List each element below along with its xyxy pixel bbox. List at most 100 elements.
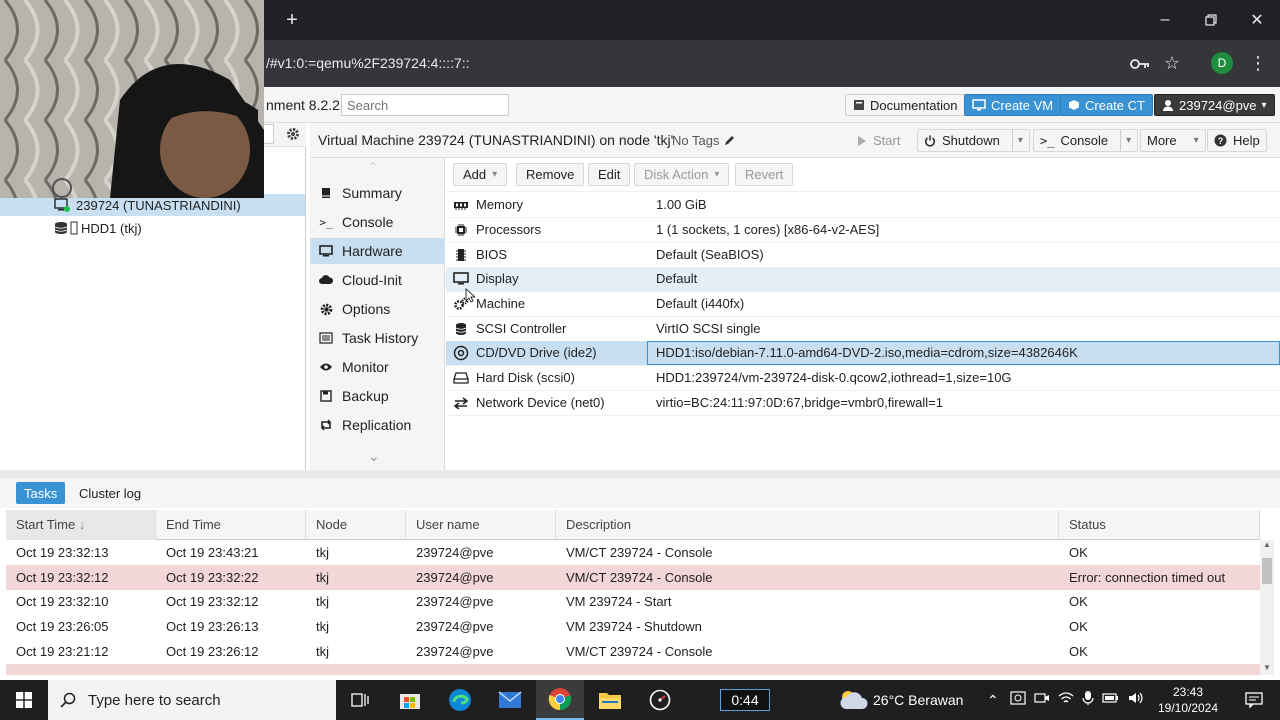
weather-text[interactable]: 26°C Berawan <box>873 680 963 720</box>
edge-browser-icon[interactable] <box>436 680 484 720</box>
search-input[interactable] <box>341 94 509 116</box>
microphone-icon[interactable] <box>1082 690 1094 706</box>
nav-options[interactable]: Options <box>310 296 445 322</box>
nav-replication[interactable]: Replication <box>310 412 445 438</box>
hardware-row-machine[interactable]: Machine Default (i440fx) <box>446 292 1280 317</box>
hardware-row-hard-disk[interactable]: Hard Disk (scsi0) HDD1:239724/vm-239724-… <box>446 366 1280 391</box>
hardware-row-bios[interactable]: BIOS Default (SeaBIOS) <box>446 243 1280 268</box>
nav-task-history[interactable]: Task History <box>310 325 445 351</box>
column-header-end-time[interactable]: End Time <box>156 510 306 540</box>
hardware-row-memory[interactable]: Memory 1.00 GiB <box>446 193 1280 218</box>
create-vm-button[interactable]: Create VM <box>964 94 1062 116</box>
hardware-row-cd-dvd[interactable]: CD/DVD Drive (ide2) HDD1:iso/debian-7.11… <box>446 340 1280 366</box>
timer-badge[interactable]: 0:44 <box>720 689 770 711</box>
wifi-icon[interactable] <box>1058 690 1074 706</box>
scroll-down-icon[interactable]: ▼ <box>1260 663 1274 675</box>
table-row[interactable]: Oct 19 23:32:10 Oct 19 23:32:12 tkj 2397… <box>6 589 1260 614</box>
nav-console[interactable]: >_ Console <box>310 209 445 235</box>
speedometer-app-icon[interactable] <box>636 680 684 720</box>
nav-backup[interactable]: Backup <box>310 383 445 409</box>
chevron-down-icon[interactable]: ▾ <box>1011 130 1023 151</box>
more-button[interactable]: More ▾ <box>1140 129 1206 152</box>
url-text[interactable]: /#v1:0:=qemu%2F239724:4::::7:: <box>266 40 470 87</box>
file-explorer-icon[interactable] <box>586 680 634 720</box>
remove-button[interactable]: Remove <box>516 163 585 186</box>
tasks-scrollbar[interactable]: ▲ ▼ <box>1260 540 1274 675</box>
documentation-button[interactable]: Documentation <box>845 94 966 116</box>
sort-down-icon: ↓ <box>78 517 86 532</box>
mail-icon[interactable] <box>486 680 534 720</box>
hardware-value: HDD1:iso/debian-7.11.0-amd64-DVD-2.iso,m… <box>647 340 1280 365</box>
hardware-row-network[interactable]: Network Device (net0) virtio=BC:24:11:97… <box>446 391 1280 416</box>
console-button[interactable]: >_ Console ▾ <box>1033 129 1139 152</box>
chip-icon <box>446 248 476 262</box>
table-row[interactable]: Oct 19 23:32:13 Oct 19 23:43:21 tkj 2397… <box>6 540 1260 565</box>
restore-icon[interactable] <box>1188 0 1234 40</box>
database-icon <box>54 221 68 235</box>
nav-hardware[interactable]: Hardware <box>310 238 445 264</box>
windows-start-icon[interactable] <box>0 680 48 720</box>
hardware-row-display[interactable]: Display Default <box>446 267 1280 292</box>
column-header-status[interactable]: Status <box>1059 510 1260 540</box>
cell-description: VM 239724 - Shutdown <box>566 618 702 634</box>
nav-summary[interactable]: Summary <box>310 180 445 206</box>
edit-label: Edit <box>598 167 621 182</box>
pencil-icon[interactable] <box>723 135 735 147</box>
password-key-icon[interactable] <box>1123 40 1157 87</box>
tab-cluster-log[interactable]: Cluster log <box>71 482 149 504</box>
hardware-row-processors[interactable]: Processors 1 (1 sockets, 1 cores) [x86-6… <box>446 218 1280 243</box>
nav-monitor[interactable]: Monitor <box>310 354 445 380</box>
profile-avatar[interactable]: D <box>1211 52 1233 74</box>
add-button[interactable]: Add ▾ <box>453 163 508 186</box>
table-row[interactable]: Oct 19 23:32:12 Oct 19 23:32:22 tkj 2397… <box>6 565 1260 590</box>
task-view-icon[interactable] <box>336 680 384 720</box>
table-row[interactable]: Oct 19 23:21:12 Oct 19 23:26:12 tkj 2397… <box>6 639 1260 664</box>
help-button[interactable]: ? Help <box>1207 129 1267 152</box>
tags-editor[interactable]: No Tags <box>672 123 735 158</box>
taskbar-search[interactable]: Type here to search <box>48 680 336 720</box>
tab-tasks[interactable]: Tasks <box>16 482 66 504</box>
battery-plug-icon[interactable] <box>1102 690 1120 706</box>
microsoft-store-icon[interactable] <box>386 680 434 720</box>
edit-button[interactable]: Edit <box>588 163 631 186</box>
start-button[interactable]: Start <box>850 129 907 152</box>
disk-action-button[interactable]: Disk Action ▾ <box>634 163 730 186</box>
column-header-user-name[interactable]: User name <box>406 510 556 540</box>
create-ct-button[interactable]: Create CT <box>1060 94 1153 116</box>
chevron-up-icon[interactable]: ⌃ <box>987 680 999 720</box>
taskbar-clock[interactable]: 23:43 19/10/2024 <box>1150 682 1226 718</box>
onedrive-sync-icon[interactable] <box>1010 690 1026 706</box>
scrollbar-thumb[interactable] <box>1262 558 1272 584</box>
column-header-node[interactable]: Node <box>306 510 406 540</box>
meet-icon[interactable] <box>1034 690 1050 706</box>
browser-menu-icon[interactable]: ⋮ <box>1241 40 1275 87</box>
nav-scroll-up-icon[interactable]: ⌃ <box>368 160 378 174</box>
close-icon[interactable]: ✕ <box>1234 0 1280 40</box>
gear-icon[interactable] <box>282 124 304 144</box>
user-menu-button[interactable]: 239724@pve ▾ <box>1154 94 1275 116</box>
disk-action-label: Disk Action <box>644 167 709 182</box>
chevron-down-icon: ▾ <box>492 169 498 180</box>
panel-splitter[interactable] <box>0 470 1280 478</box>
scroll-up-icon[interactable]: ▲ <box>1260 540 1274 552</box>
system-tray-icons <box>1010 690 1144 706</box>
chrome-icon[interactable] <box>536 680 584 720</box>
nav-scroll-down-icon[interactable]: ⌄ <box>368 448 380 465</box>
cloud-icon <box>319 275 333 285</box>
new-tab-button[interactable]: + <box>280 8 304 32</box>
tree-item-storage[interactable]: HDD1 (tkj) <box>0 217 305 239</box>
column-header-start-time[interactable]: Start Time ↓ <box>6 510 156 540</box>
revert-button[interactable]: Revert <box>735 163 794 186</box>
vm-running-icon <box>54 198 70 212</box>
notification-icon[interactable] <box>1230 680 1278 720</box>
column-header-description[interactable]: Description <box>556 510 1059 540</box>
volume-icon[interactable] <box>1128 690 1144 706</box>
hardware-row-scsi-controller[interactable]: SCSI Controller VirtIO SCSI single <box>446 317 1280 342</box>
minimize-icon[interactable]: – <box>1142 0 1188 40</box>
terminal-icon: >_ <box>319 215 333 229</box>
table-row[interactable]: Oct 19 23:26:05 Oct 19 23:26:13 tkj 2397… <box>6 614 1260 639</box>
nav-cloud-init[interactable]: Cloud-Init <box>310 267 445 293</box>
chevron-down-icon[interactable]: ▾ <box>1120 130 1131 151</box>
shutdown-button[interactable]: Shutdown ▾ <box>917 129 1030 152</box>
bookmark-star-icon[interactable]: ☆ <box>1155 40 1189 87</box>
